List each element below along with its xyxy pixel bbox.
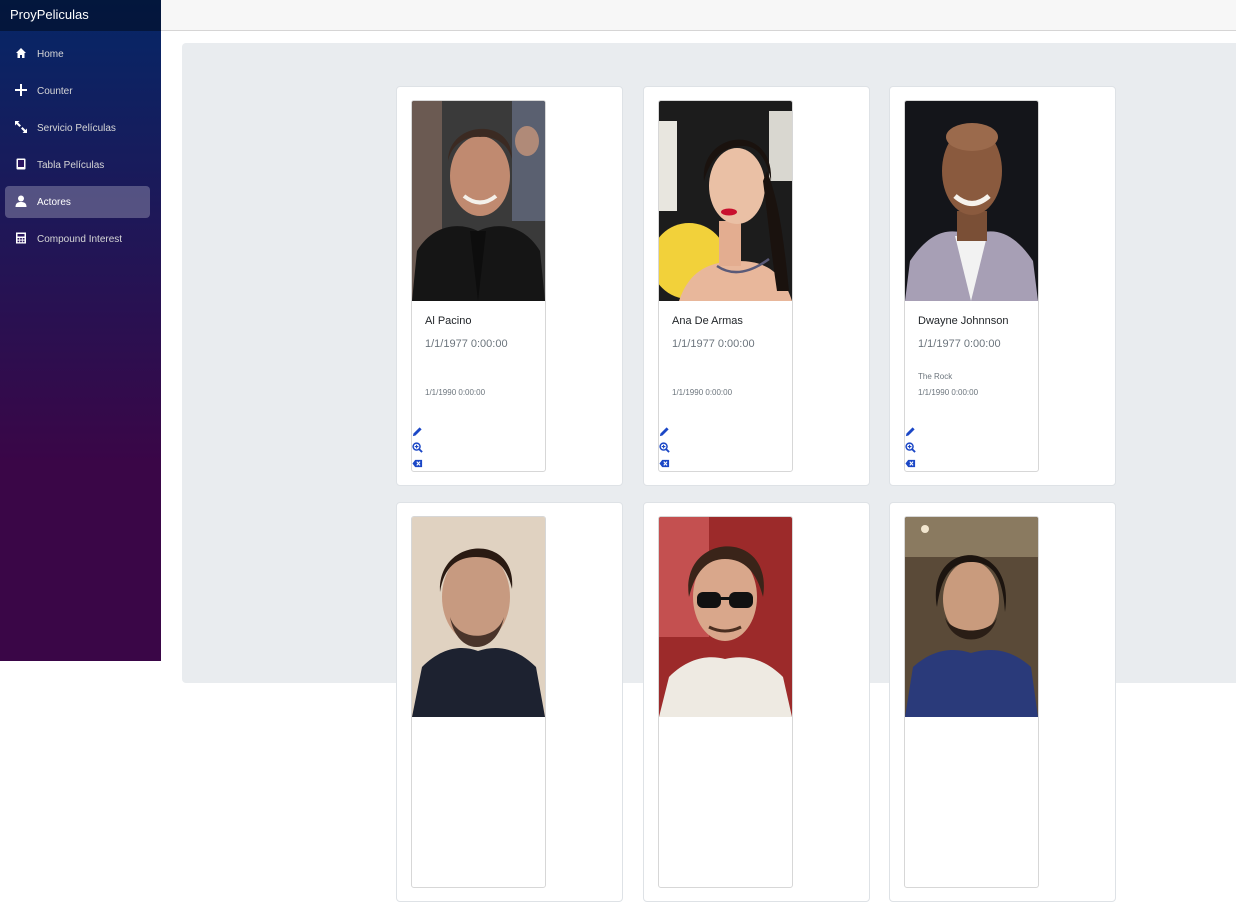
- actor-birth-date: 1/1/1977 0:00:00: [918, 338, 1001, 350]
- actor-death-date: 1/1/1990 0:00:00: [672, 388, 733, 397]
- nav-item-servicio-peliculas[interactable]: Servicio Películas: [5, 112, 150, 144]
- zoom-in-icon[interactable]: [659, 442, 670, 453]
- actor-card: [904, 516, 1039, 888]
- nav-item-label: Actores: [37, 196, 71, 208]
- pencil-icon[interactable]: [905, 426, 916, 437]
- nav-item-label: Servicio Películas: [37, 122, 116, 134]
- nav-menu: Home Counter Servicio Películas Tabla Pe…: [0, 31, 161, 255]
- resize-icon: [15, 121, 27, 133]
- actor-card: [411, 516, 546, 888]
- actor-card-container: [643, 502, 870, 902]
- nav-item-home[interactable]: Home: [5, 38, 150, 70]
- actor-death-date: 1/1/1990 0:00:00: [425, 388, 486, 397]
- delete-icon[interactable]: [412, 458, 423, 469]
- actor-photo: [659, 101, 792, 301]
- calculator-icon: [15, 232, 27, 244]
- actor-card: [658, 516, 793, 888]
- sidebar: ProyPeliculas Home Counter Servicio Pelí…: [0, 0, 161, 661]
- actor-card-container: [889, 502, 1116, 902]
- person-icon: [15, 195, 27, 207]
- actor-photo: [412, 101, 545, 301]
- nav-item-compound-interest[interactable]: Compound Interest: [5, 223, 150, 255]
- actor-birth-date: 1/1/1977 0:00:00: [425, 338, 508, 350]
- actor-card: Al Pacino 1/1/1977 0:00:00 1/1/1990 0:00…: [411, 100, 546, 472]
- actor-birth-date: 1/1/1977 0:00:00: [672, 338, 755, 350]
- zoom-in-icon[interactable]: [905, 442, 916, 453]
- actor-card: Dwayne Johnnson 1/1/1977 0:00:00 The Roc…: [904, 100, 1039, 472]
- nav-item-counter[interactable]: Counter: [5, 75, 150, 107]
- nav-item-label: Tabla Películas: [37, 159, 105, 171]
- actor-name: Ana De Armas: [672, 315, 743, 327]
- actor-name: Dwayne Johnnson: [918, 315, 1009, 327]
- home-icon: [15, 47, 27, 59]
- top-row: [161, 0, 1236, 31]
- plus-icon: [15, 84, 27, 96]
- zoom-in-icon[interactable]: [412, 442, 423, 453]
- delete-icon[interactable]: [905, 458, 916, 469]
- actor-photo: [905, 101, 1038, 301]
- pencil-icon[interactable]: [412, 426, 423, 437]
- actor-name: Al Pacino: [425, 315, 472, 327]
- nav-item-actores[interactable]: Actores: [5, 186, 150, 218]
- actor-death-date: 1/1/1990 0:00:00: [918, 388, 979, 397]
- actor-card-container: [396, 502, 623, 902]
- nav-item-tabla-peliculas[interactable]: Tabla Películas: [5, 149, 150, 181]
- nav-item-label: Counter: [37, 85, 73, 97]
- actor-photo: [412, 517, 545, 717]
- actor-card-container: Ana De Armas 1/1/1977 0:00:00 1/1/1990 0…: [643, 86, 870, 486]
- actor-card: Ana De Armas 1/1/1977 0:00:00 1/1/1990 0…: [658, 100, 793, 472]
- tablet-icon: [15, 158, 27, 170]
- actor-card-container: Dwayne Johnnson 1/1/1977 0:00:00 The Roc…: [889, 86, 1116, 486]
- pencil-icon[interactable]: [659, 426, 670, 437]
- nav-item-label: Home: [37, 48, 64, 60]
- actor-photo: [905, 517, 1038, 717]
- nav-item-label: Compound Interest: [37, 233, 123, 245]
- actor-card-container: Al Pacino 1/1/1977 0:00:00 1/1/1990 0:00…: [396, 86, 623, 486]
- delete-icon[interactable]: [659, 458, 670, 469]
- actor-photo: [659, 517, 792, 717]
- actor-alias: The Rock: [918, 372, 953, 381]
- app-brand[interactable]: ProyPeliculas: [0, 0, 161, 31]
